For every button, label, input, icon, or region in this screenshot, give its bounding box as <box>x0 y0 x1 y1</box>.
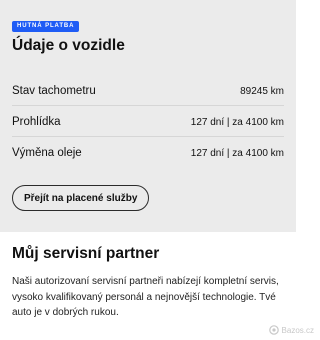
vehicle-title: Údaje o vozidle <box>12 37 125 54</box>
vehicle-card: HUTNÁ PLATBA Údaje o vozidle Stav tachom… <box>0 0 296 232</box>
partner-description: Naši autorizovaní servisní partneři nabí… <box>12 276 279 318</box>
inspection-label: Prohlídka <box>12 116 61 128</box>
oil-change-label: Výměna oleje <box>12 147 82 159</box>
row-inspection: Prohlídka 127 dní | za 4100 km <box>12 110 284 134</box>
partner-title: Můj servisní partner <box>12 245 160 262</box>
paid-services-button[interactable]: Přejít na placené služby <box>12 185 150 211</box>
divider <box>12 105 284 106</box>
odometer-label: Stav tachometru <box>12 85 96 97</box>
oil-change-value: 127 dní | za 4100 km <box>190 147 284 159</box>
watermark-text: Bazos.cz <box>281 325 314 335</box>
watermark: Bazos.cz <box>268 325 314 335</box>
divider <box>12 136 284 137</box>
status-badge: HUTNÁ PLATBA <box>12 21 80 32</box>
odometer-value: 89245 km <box>240 85 284 97</box>
row-oil-change: Výměna oleje 127 dní | za 4100 km <box>12 141 284 165</box>
bazos-logo-icon <box>268 325 279 335</box>
row-odometer: Stav tachometru 89245 km <box>12 79 284 103</box>
inspection-value: 127 dní | za 4100 km <box>190 116 284 128</box>
